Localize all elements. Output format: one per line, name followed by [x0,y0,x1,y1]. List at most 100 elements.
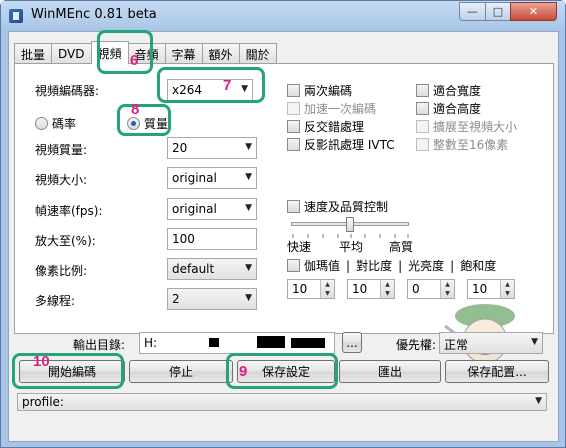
tab-subtitle[interactable]: 字幕 [164,43,203,64]
save-settings-button[interactable]: 保存設定 [237,360,335,383]
scale-label: 放大至(%): [35,234,96,248]
tick-label-high: 高質 [389,240,414,254]
fast-first-pass-checkbox[interactable]: 加速一次編碼 [287,100,376,117]
annotation-number-6: 6 [130,52,139,69]
ivtc-checkbox[interactable]: 反影訊處理 IVTC [287,136,395,153]
adjust-checkbox[interactable]: 伽瑪值 | 對比度 | 光亮度 | 飽和度 [287,257,496,274]
encoder-label: 視頻編碼器: [35,84,100,98]
save-config-button[interactable]: 保存配置... [445,360,549,383]
speed-quality-checkbox[interactable]: 速度及品質控制 [287,198,388,215]
scale-input[interactable]: 100 [167,228,257,250]
spinner-arrows-icon[interactable]: ▲ ▼ [380,280,394,298]
minimize-button[interactable]: — [459,2,486,21]
tab-extra[interactable]: 額外 [201,43,240,64]
chevron-down-icon: ▼ [245,203,252,213]
checkbox-icon [416,138,429,151]
profile-value: profile: [22,395,64,409]
export-button[interactable]: 匯出 [339,360,441,383]
checkbox-icon [287,200,300,213]
brightness-label: 光亮度 [408,259,445,273]
encoder-value: x264 [172,83,203,97]
checkbox-icon [416,120,429,133]
saturation-value: 10 [472,282,488,296]
contrast-label: 對比度 [356,259,393,273]
ivtc-label: 反影訊處理 IVTC [304,138,395,152]
size-value: original [172,171,217,185]
expand-to-video-checkbox[interactable]: 擴展至視頻大小 [416,118,517,135]
quality-radio-label: 質量 [144,117,169,131]
tab-dvd[interactable]: DVD [51,43,92,64]
radio-icon [35,117,48,130]
tab-about[interactable]: 關於 [238,43,277,64]
app-window: WinMEnc 0.81 beta — □ ✕ 批量 DVD 視頻 音頻 字幕 … [0,0,566,448]
checkbox-icon [287,84,300,97]
annotation-number-8: 8 [131,101,140,118]
priority-label: 優先權: [396,338,437,352]
tab-video[interactable]: 視頻 [90,41,129,64]
deinterlace-checkbox[interactable]: 反交錯處理 [287,118,364,135]
tick-label-average: 平均 [339,240,364,254]
tab-strip: 批量 DVD 視頻 音頻 字幕 額外 關於 [14,41,277,64]
bitrate-radio[interactable]: 碼率 [35,115,76,132]
checkbox-icon [416,84,429,97]
profile-select[interactable]: profile: ▼ [17,393,547,411]
round-to-16-checkbox[interactable]: 整數至16像素 [416,136,508,153]
fps-select[interactable]: original ▼ [167,198,257,220]
fps-value: original [172,202,217,216]
chevron-down-icon: ▼ [245,142,252,152]
separator: | [398,258,403,273]
window-title: WinMEnc 0.81 beta [31,7,157,22]
tick-label-fast: 快速 [287,240,312,254]
output-dir-value: H: [144,336,158,350]
title-bar: WinMEnc 0.81 beta — □ ✕ [1,1,565,31]
chevron-down-icon: ▼ [245,172,252,182]
annotation-number-9: 9 [239,363,248,380]
chevron-down-icon: ▼ [245,263,252,273]
aspect-label: 像素比例: [35,264,88,278]
maximize-button[interactable]: □ [485,2,511,21]
gamma-spinner[interactable]: 10 ▲ ▼ [287,279,335,299]
threads-label: 多線程: [35,294,76,308]
speed-quality-slider-thumb[interactable] [346,217,354,232]
fit-width-checkbox[interactable]: 適合寬度 [416,82,481,99]
speed-quality-label: 速度及品質控制 [304,200,389,214]
two-pass-checkbox[interactable]: 兩次編碼 [287,82,352,99]
aspect-select[interactable]: default ▼ [167,258,257,280]
size-label: 視頻大小: [35,173,88,187]
app-icon [9,9,23,23]
brightness-value: 0 [412,282,420,296]
gamma-value: 10 [292,282,308,296]
separator: | [346,258,351,273]
stop-button[interactable]: 停止 [129,360,233,383]
priority-select[interactable]: 正常 ▼ [439,332,543,354]
fit-height-checkbox[interactable]: 適合高度 [416,100,481,117]
checkbox-icon [287,120,300,133]
quality-select[interactable]: 20 ▼ [167,137,257,159]
checkbox-icon [287,259,300,272]
aspect-value: default [172,262,215,276]
redaction-mark [257,336,285,348]
quality-label: 視頻質量: [35,143,88,157]
chevron-down-icon: ▼ [531,337,538,347]
two-pass-label: 兩次編碼 [304,84,353,98]
chevron-down-icon: ▼ [535,396,542,406]
chevron-down-icon: ▼ [241,84,248,94]
size-select[interactable]: original ▼ [167,167,257,189]
close-button[interactable]: ✕ [510,2,557,21]
spinner-arrows-icon[interactable]: ▲ ▼ [320,280,334,298]
output-dir-label: 輸出目錄: [73,338,126,352]
saturation-label: 飽和度 [460,259,497,273]
browse-button[interactable]: ... [342,332,362,353]
contrast-spinner[interactable]: 10 ▲ ▼ [347,279,395,299]
checkbox-icon [416,102,429,115]
priority-value: 正常 [444,338,469,352]
chevron-down-icon: ▼ [245,293,252,303]
redaction-mark [291,338,325,348]
round-to-16-label: 整數至16像素 [433,138,509,152]
threads-select[interactable]: 2 ▼ [167,288,257,310]
fit-width-label: 適合寬度 [433,84,482,98]
tab-batch[interactable]: 批量 [14,43,53,64]
client-area: 批量 DVD 視頻 音頻 字幕 額外 關於 視頻編碼器: x264 ▼ 碼率 質… [8,31,559,442]
encoder-select[interactable]: x264 ▼ [167,79,253,101]
radio-selected-icon [127,117,140,130]
